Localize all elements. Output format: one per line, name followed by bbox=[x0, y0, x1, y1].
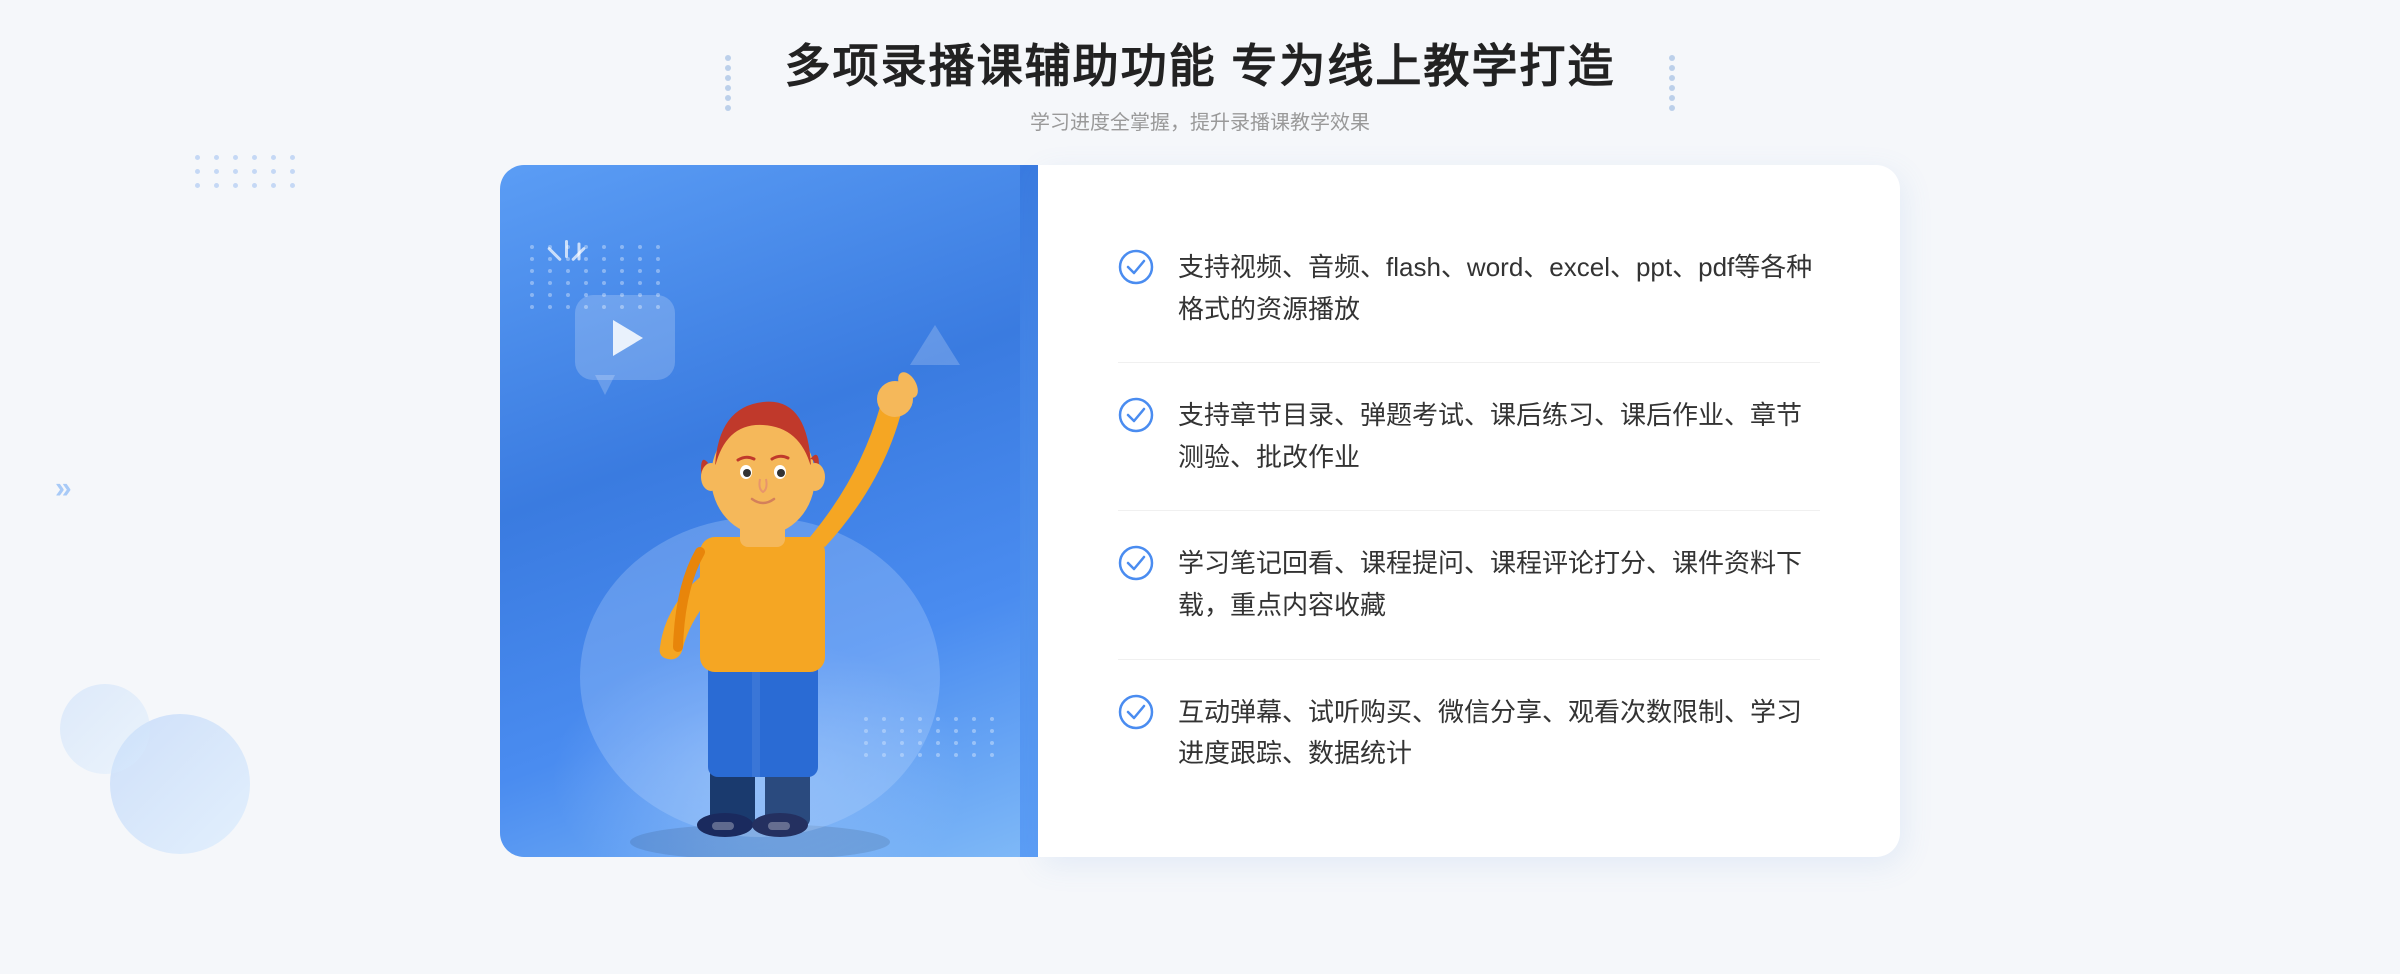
title-deco-left bbox=[725, 55, 731, 111]
feature-item-1: 支持视频、音频、flash、word、excel、ppt、pdf等各种格式的资源… bbox=[1118, 215, 1820, 363]
page-wrapper: 多项录播课辅助功能 专为线上教学打造 学习进度全掌握，提升录播课教学效果 bbox=[0, 0, 2400, 974]
features-panel: 支持视频、音频、flash、word、excel、ppt、pdf等各种格式的资源… bbox=[1038, 165, 1900, 857]
feature-item-4: 互动弹幕、试听购买、微信分享、观看次数限制、学习进度跟踪、数据统计 bbox=[1118, 660, 1820, 807]
feature-text-1: 支持视频、音频、flash、word、excel、ppt、pdf等各种格式的资源… bbox=[1178, 247, 1820, 330]
check-icon-2 bbox=[1118, 397, 1154, 433]
feature-text-4: 互动弹幕、试听购买、微信分享、观看次数限制、学习进度跟踪、数据统计 bbox=[1178, 692, 1820, 775]
chevron-left-decoration: » bbox=[55, 469, 67, 506]
title-section: 多项录播课辅助功能 专为线上教学打造 学习进度全掌握，提升录播课教学效果 bbox=[785, 30, 1616, 135]
feature-item-3: 学习笔记回看、课程提问、课程评论打分、课件资料下载，重点内容收藏 bbox=[1118, 511, 1820, 659]
content-area: 支持视频、音频、flash、word、excel、ppt、pdf等各种格式的资源… bbox=[500, 165, 1900, 857]
feature-text-2: 支持章节目录、弹题考试、课后练习、课后作业、章节测验、批改作业 bbox=[1178, 395, 1820, 478]
sub-title: 学习进度全掌握，提升录播课教学效果 bbox=[785, 106, 1616, 135]
feature-item-2: 支持章节目录、弹题考试、课后练习、课后作业、章节测验、批改作业 bbox=[1118, 363, 1820, 511]
blue-strip bbox=[1020, 165, 1038, 857]
check-icon-3 bbox=[1118, 545, 1154, 581]
feature-text-3: 学习笔记回看、课程提问、课程评论打分、课件资料下载，重点内容收藏 bbox=[1178, 543, 1820, 626]
deco-circle-small bbox=[60, 684, 150, 774]
main-title: 多项录播课辅助功能 专为线上教学打造 bbox=[785, 30, 1616, 96]
person-illustration bbox=[570, 277, 950, 857]
illustration-card bbox=[500, 165, 1020, 857]
title-deco-right bbox=[1669, 55, 1675, 111]
bg-dot-grid-1 bbox=[195, 155, 300, 188]
check-icon-4 bbox=[1118, 694, 1154, 730]
check-icon-1 bbox=[1118, 249, 1154, 285]
